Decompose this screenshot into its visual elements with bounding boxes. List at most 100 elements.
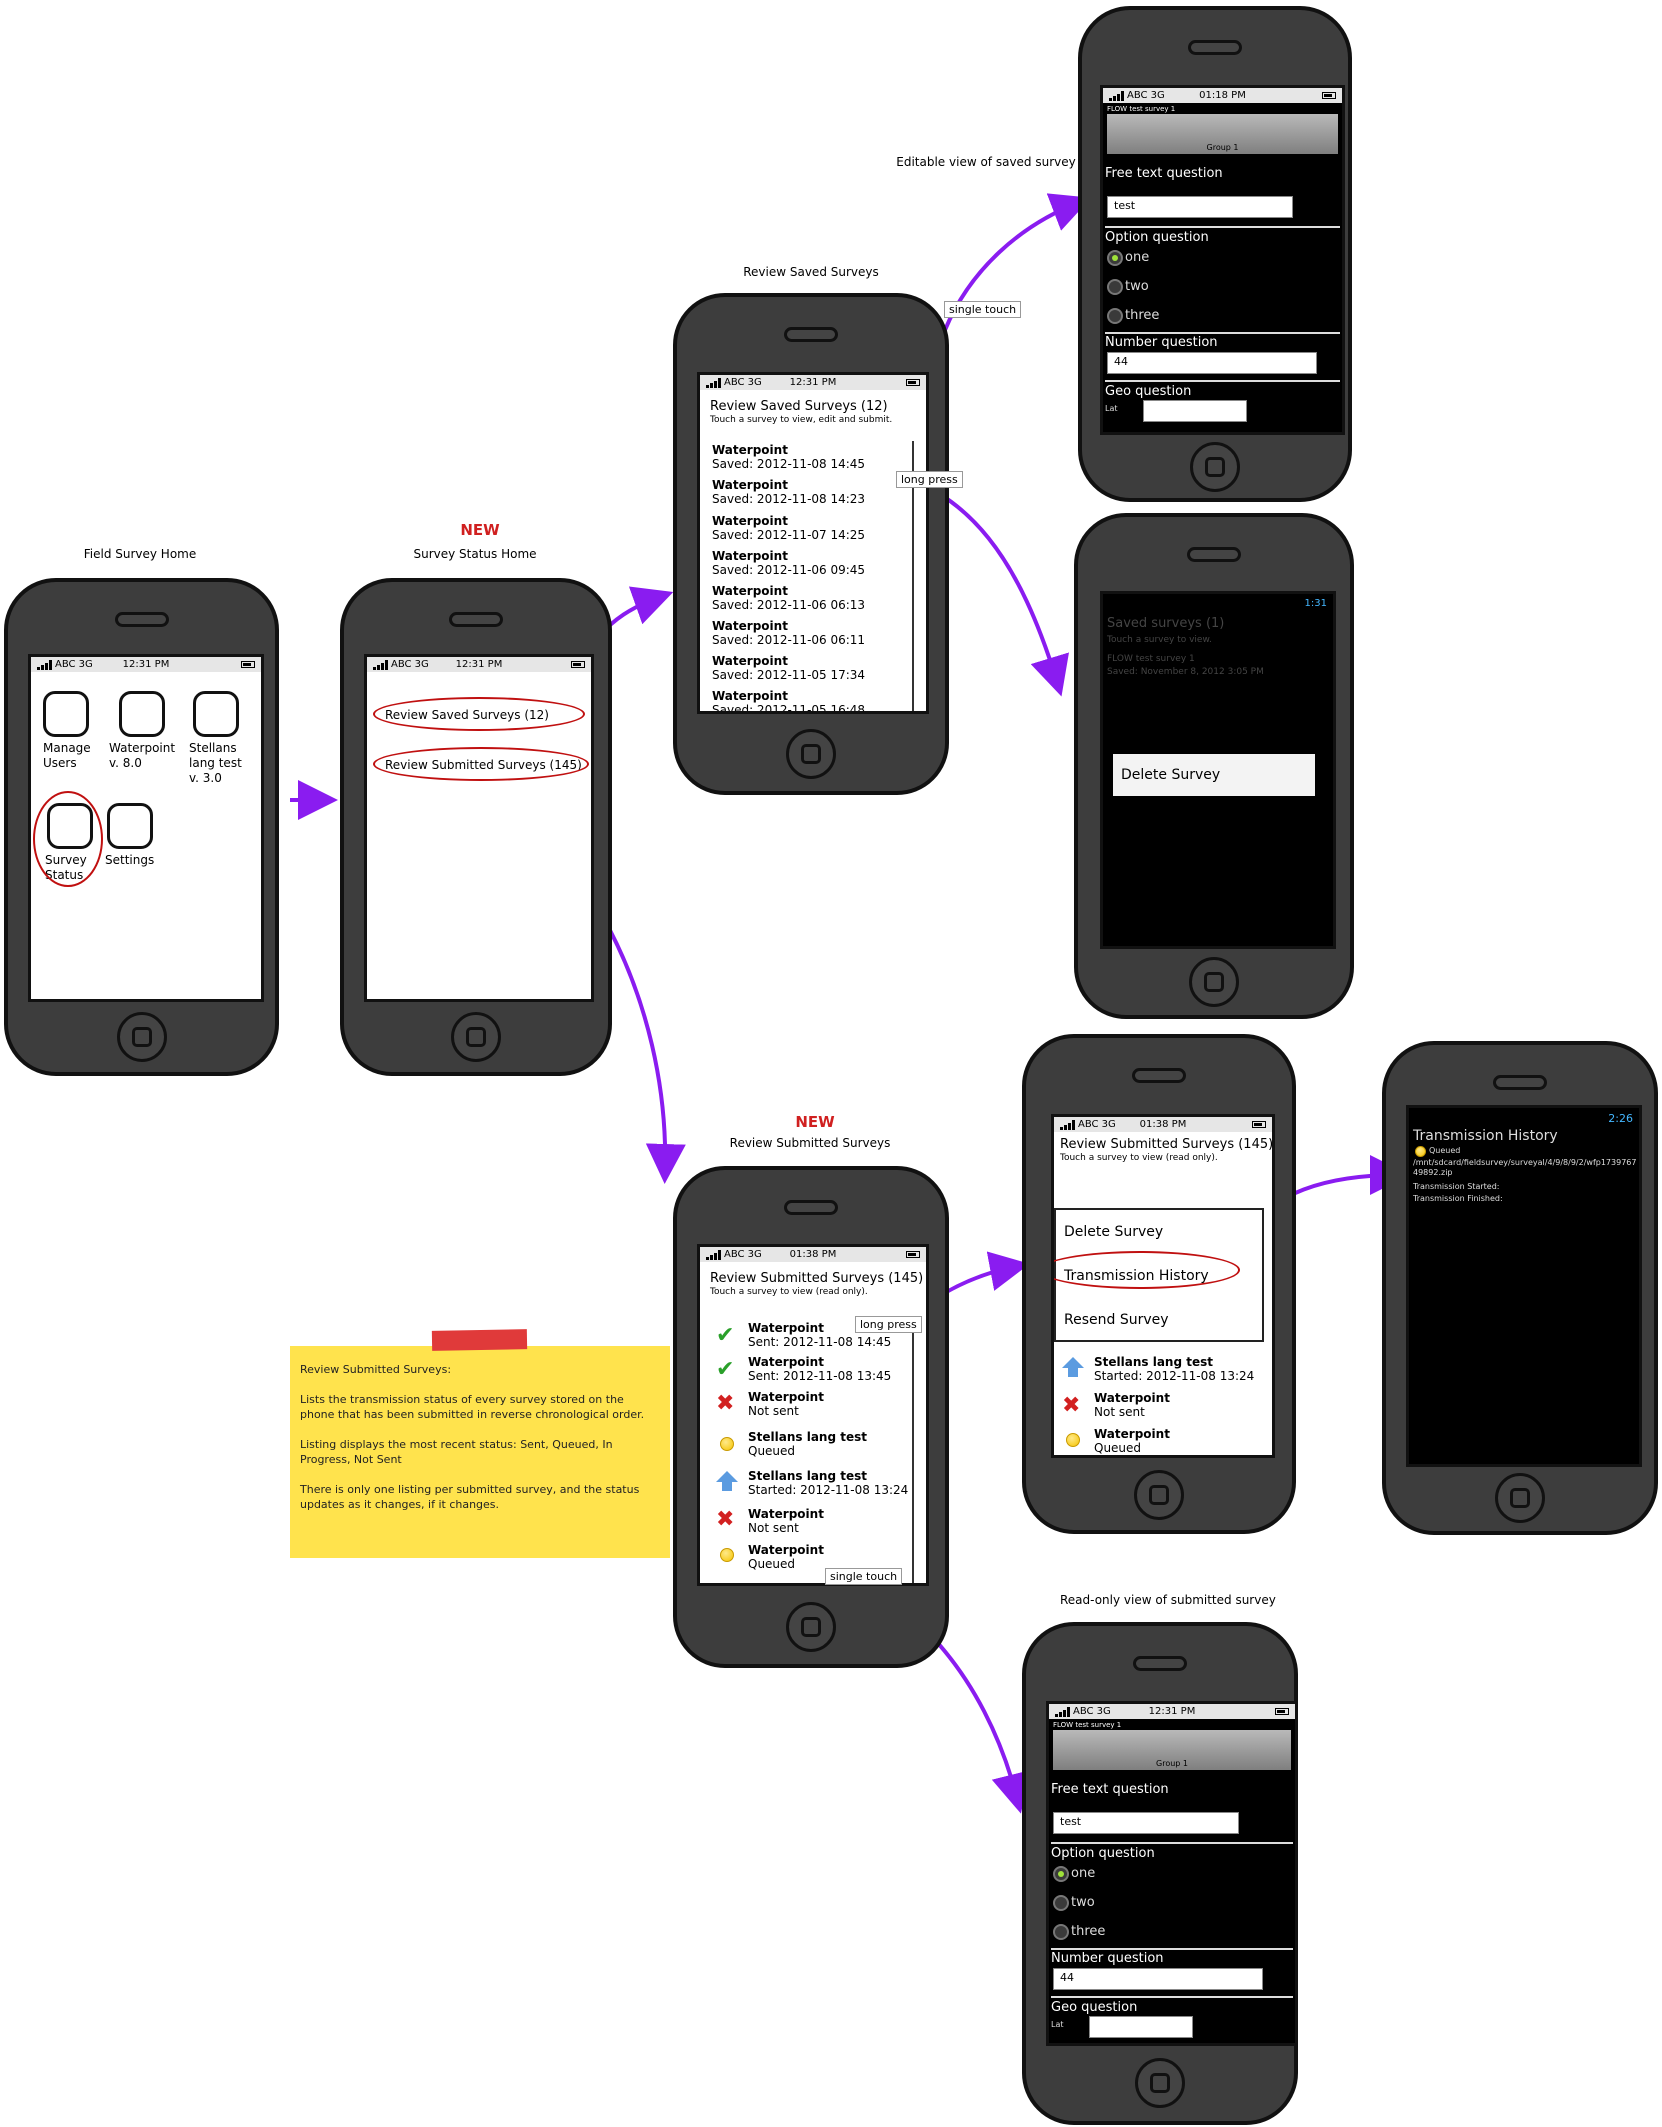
phone-speaker (784, 327, 838, 342)
screen-subtitle: Touch a survey to view. (1107, 635, 1212, 645)
app-icon-waterpoint[interactable] (119, 691, 165, 737)
phone-screen: ABC 3G 12:31 PM Review Saved Surveys (12… (364, 654, 594, 1002)
clock: 01:18 PM (1199, 90, 1246, 101)
lat-label: Lat (1105, 404, 1118, 413)
phone-speaker (1188, 40, 1242, 55)
status-bar: ABC 3G 12:31 PM (1049, 1704, 1295, 1719)
list-item[interactable]: Waterpoint Saved: 2012-11-06 06:13 (712, 584, 865, 612)
phone-screen: ABC 3G 01:18 PM FLOW test survey 1 Group… (1100, 85, 1345, 435)
list-item[interactable]: Stellans lang test Started: 2012-11-08 13… (1094, 1355, 1254, 1383)
lat-input (1089, 2016, 1193, 2038)
radio-one[interactable] (1107, 250, 1123, 266)
divider (1051, 1996, 1293, 1998)
delete-survey-menu-item[interactable]: Delete Survey (1121, 767, 1220, 783)
queued-icon (1415, 1146, 1426, 1157)
scrollbar[interactable] (912, 1323, 914, 1583)
app-label: Waterpoint v. 8.0 (109, 741, 176, 770)
app-icon-settings[interactable] (107, 803, 153, 849)
list-item[interactable]: Waterpoint Saved: 2012-11-05 17:34 (712, 654, 865, 682)
question-label: Geo question (1105, 384, 1192, 399)
status-bar: ABC 3G 12:31 PM (700, 375, 926, 390)
caption-read-only-view: Read-only view of submitted survey (1060, 1593, 1276, 1607)
phone-delete-saved: 1:31 Saved surveys (1) Touch a survey to… (1074, 513, 1354, 1019)
radio-label: two (1125, 279, 1149, 294)
home-button[interactable] (1189, 957, 1239, 1007)
question-label: Free text question (1051, 1782, 1169, 1797)
in-progress-arrow-icon (716, 1471, 738, 1491)
clock: 01:38 PM (1139, 1119, 1187, 1130)
phone-speaker (1133, 1656, 1187, 1671)
clock: 12:31 PM (455, 659, 503, 670)
list-item[interactable]: Stellans lang test Queued (748, 1430, 867, 1458)
radio-label: two (1071, 1895, 1095, 1910)
survey-saved-date: Saved: November 8, 2012 3:05 PM (1107, 667, 1264, 677)
screen-title: Review Saved Surveys (12) (710, 399, 888, 414)
group-tab[interactable]: Group 1 (1053, 1730, 1291, 1770)
list-item[interactable]: Waterpoint Saved: 2012-11-08 14:45 (712, 443, 865, 471)
list-item[interactable]: Waterpoint Not sent (748, 1390, 824, 1418)
phone-speaker (114, 612, 169, 627)
list-item[interactable]: Waterpoint Not sent (1094, 1391, 1170, 1419)
list-item[interactable]: Waterpoint Saved: 2012-11-07 14:25 (712, 514, 865, 542)
delete-survey-menu-item[interactable]: Delete Survey (1064, 1224, 1163, 1240)
phone-speaker (1493, 1075, 1547, 1090)
queued-icon (1066, 1433, 1080, 1447)
transmission-finished: Transmission Finished: (1413, 1194, 1503, 1203)
clock: 01:38 PM (789, 1249, 837, 1260)
file-path: /mnt/sdcard/fieldsurvey/surveyal/4/9/8/9… (1413, 1158, 1637, 1177)
question-label: Option question (1051, 1846, 1155, 1861)
screen-title: Transmission History (1413, 1128, 1558, 1144)
phone-screen: 1:31 Saved surveys (1) Touch a survey to… (1100, 591, 1336, 949)
home-button[interactable] (786, 729, 836, 779)
phone-survey-status-home: ABC 3G 12:31 PM Review Saved Surveys (12… (340, 578, 612, 1076)
list-item[interactable]: Waterpoint Saved: 2012-11-06 06:11 (712, 619, 865, 647)
home-button[interactable] (1190, 442, 1240, 492)
list-item[interactable]: Waterpoint Sent: 2012-11-08 13:45 (748, 1355, 891, 1383)
home-button[interactable] (1495, 1473, 1545, 1523)
radio-two[interactable] (1107, 279, 1123, 295)
resend-survey-menu-item[interactable]: Resend Survey (1064, 1312, 1169, 1328)
caption-survey-status-home: Survey Status Home (413, 547, 537, 561)
label-long-press: long press (896, 471, 963, 488)
app-icon-manage-users[interactable] (43, 691, 89, 737)
lat-label: Lat (1051, 2020, 1064, 2029)
label-single-touch: single touch (825, 1568, 903, 1585)
list-item[interactable]: Waterpoint Queued (748, 1543, 824, 1571)
home-button[interactable] (1135, 2058, 1185, 2108)
highlight-review-saved (373, 697, 585, 731)
battery-icon (241, 661, 255, 668)
battery-icon (1252, 1121, 1266, 1128)
list-item[interactable]: Waterpoint Queued (1094, 1427, 1170, 1455)
number-input[interactable]: 44 (1107, 352, 1317, 374)
group-tab[interactable]: Group 1 (1107, 114, 1338, 154)
caption-editable-view: Editable view of saved survey (896, 155, 1076, 169)
home-button[interactable] (116, 1012, 167, 1062)
home-button[interactable] (786, 1602, 836, 1652)
phone-screen: ABC 3G 12:31 PM Review Saved Surveys (12… (697, 372, 929, 714)
not-sent-x-icon: ✖ (1062, 1393, 1081, 1418)
note-paragraph: Listing displays the most recent status:… (300, 1438, 613, 1466)
note-paragraph: Lists the transmission status of every s… (300, 1393, 645, 1421)
lat-input[interactable] (1143, 400, 1247, 422)
list-item[interactable]: Stellans lang test Started: 2012-11-08 13… (748, 1469, 908, 1497)
radio-two (1053, 1895, 1069, 1911)
battery-icon (1275, 1708, 1289, 1715)
free-text-input[interactable]: test (1107, 196, 1293, 218)
list-item[interactable]: Waterpoint Saved: 2012-11-08 14:23 (712, 478, 865, 506)
list-item[interactable]: Waterpoint Saved: 2012-11-05 16:48 (712, 689, 865, 711)
question-label: Number question (1051, 1951, 1164, 1966)
highlight-survey-status (33, 791, 103, 887)
note-paragraph: There is only one listing per submitted … (300, 1483, 640, 1511)
status-time: 2:26 (1608, 1112, 1633, 1125)
phone-screen: ABC 3G 12:31 PM FLOW test survey 1 Group… (1046, 1701, 1298, 2046)
home-button[interactable] (451, 1012, 501, 1062)
phone-review-submitted: ABC 3G 01:38 PM Review Submitted Surveys… (673, 1166, 949, 1668)
phone-editable-view: ABC 3G 01:18 PM FLOW test survey 1 Group… (1078, 6, 1352, 502)
home-button[interactable] (1134, 1470, 1184, 1520)
screen-subtitle: Touch a survey to view (read only). (710, 1287, 868, 1297)
survey-name: FLOW test survey 1 (1107, 654, 1195, 664)
radio-three[interactable] (1107, 308, 1123, 324)
app-icon-stellans[interactable] (193, 691, 239, 737)
list-item[interactable]: Waterpoint Not sent (748, 1507, 824, 1535)
list-item[interactable]: Waterpoint Saved: 2012-11-06 09:45 (712, 549, 865, 577)
